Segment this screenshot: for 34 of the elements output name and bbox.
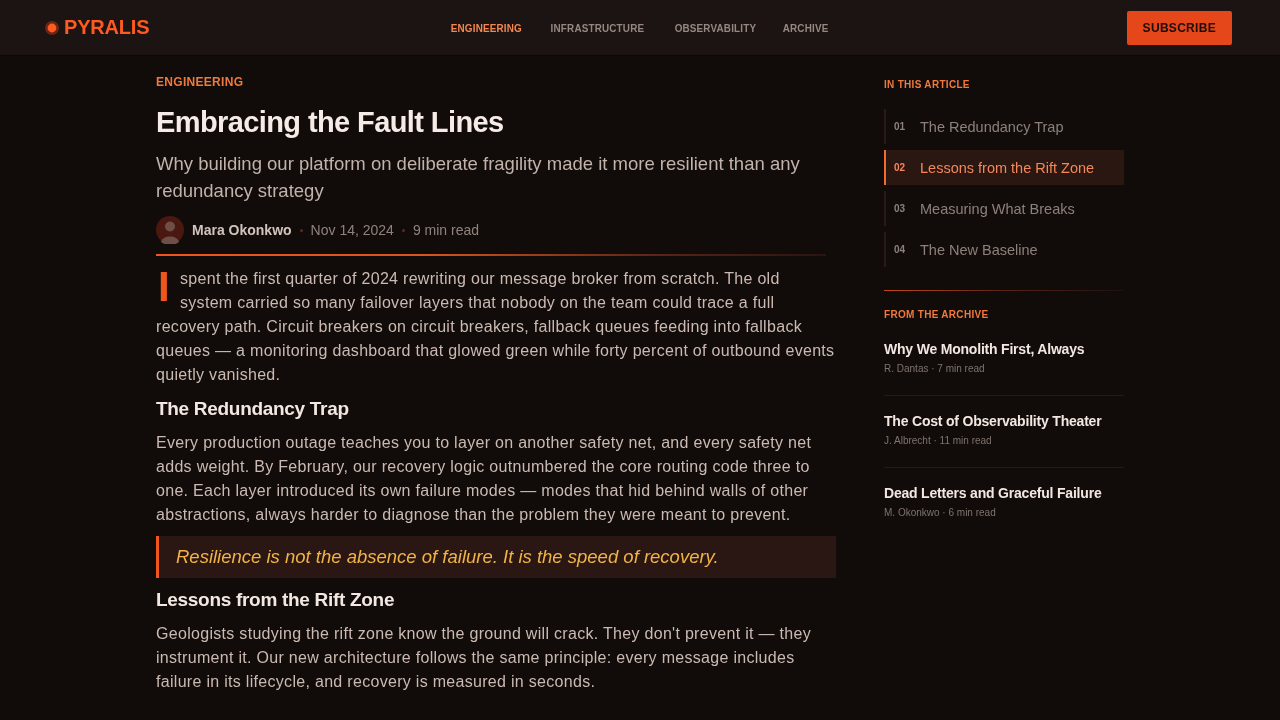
article-meta: M. Okonkwo · 6 min read xyxy=(884,506,996,520)
pull-quote: Resilience is not the absence of failure. It is the speed of recovery. xyxy=(156,536,836,578)
publish-date: Nov 14, 2024 xyxy=(310,222,394,238)
archive-article-link[interactable]: Why We Monolith First, Always xyxy=(884,340,1085,358)
nav-link[interactable]: OBSERVABILITY xyxy=(674,21,757,34)
nav-link[interactable]: ARCHIVE xyxy=(782,21,829,34)
article-meta: R. Dantas · 7 min read xyxy=(884,362,985,376)
dot-separator-icon xyxy=(299,228,303,232)
nav-link[interactable]: ENGINEERING xyxy=(450,21,522,34)
section-heading: Lessons from the Rift Zone xyxy=(156,588,396,612)
body-paragraph: I spent the first quarter of 2024 rewriting our message broker from scratch. The old system carried so many failover layers that nobody on the team could trace a full recovery path. Circuit breakers on circuit breakers, fallback queues feeding into fallback queues — a monitoring dashboard that glowed green while forty percent of outbound events quietly vanished. xyxy=(156,267,836,385)
read-time: 9 min read xyxy=(412,222,480,238)
section-label: IN THIS ARTICLE xyxy=(884,78,971,92)
article-category: ENGINEERING xyxy=(156,74,245,90)
home-logo-link[interactable]: PYRALIS xyxy=(45,16,150,39)
body-paragraph: Every production outage teaches you to layer on another safety net, and every safety net adds weight. By February, our recovery logic outnumbered the core routing code three to one. Each layer introduced its own failure modes — modes that hid behind walls of other abstractions, always harder to diagnose than the problem they were meant to prevent. xyxy=(156,433,813,525)
nav-link[interactable]: INFRASTRUCTURE xyxy=(551,21,645,34)
toc-link[interactable]: 01 The Redundancy Trap xyxy=(884,109,1124,144)
article-meta: J. Albrecht · 11 min read xyxy=(884,434,992,448)
toc-link[interactable]: 03 Measuring What Breaks xyxy=(884,191,1124,226)
archive-article-link[interactable]: Dead Letters and Graceful Failure xyxy=(884,484,1102,502)
archive-article-link[interactable]: The Cost of Observability Theater xyxy=(884,412,1102,430)
body-paragraph: Geologists studying the rift zone know the ground will crack. They don't prevent it — they instrument it. Our new architecture follows the same principle: every message includes failure in its lifecycle, and recovery is measured in seconds. xyxy=(156,624,812,692)
subscribe-button[interactable]: SUBSCRIBE xyxy=(1126,10,1232,45)
section-label: FROM THE ARCHIVE xyxy=(884,308,990,322)
toc-link[interactable]: 04 The New Baseline xyxy=(884,232,1124,267)
toc-link[interactable]: 02 Lessons from the Rift Zone xyxy=(884,150,1124,185)
dot-separator-icon xyxy=(401,228,405,232)
section-heading: The Redundancy Trap xyxy=(156,397,350,421)
article-title: Embracing the Fault Lines xyxy=(156,105,505,140)
author-name: Mara Okonkwo xyxy=(192,222,292,238)
article-subtitle: Why building our platform on deliberate fragility made it more resilient than any redundancy strategy xyxy=(156,152,801,203)
avatar-icon xyxy=(156,216,184,244)
circle-logo-icon xyxy=(45,20,59,35)
